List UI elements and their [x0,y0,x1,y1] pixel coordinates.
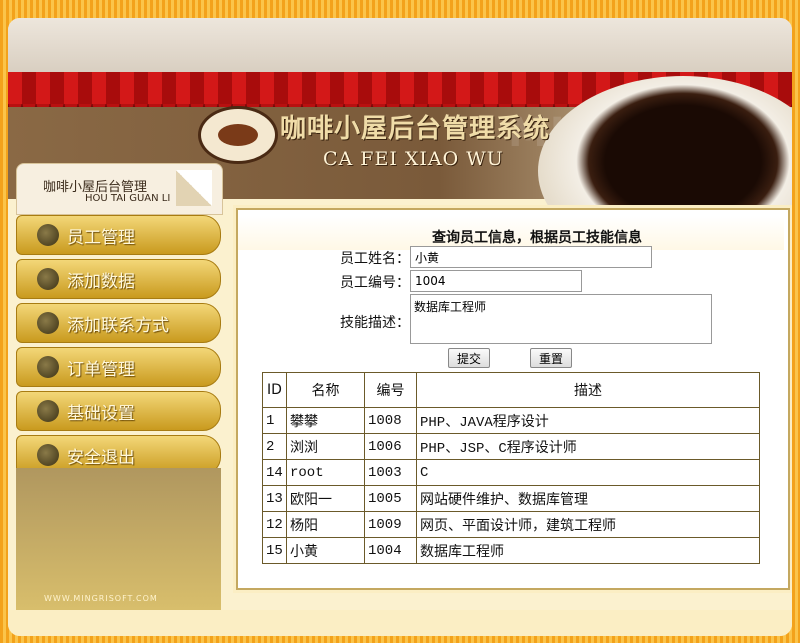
cell-description: PHP、JSP、C程序设计师 [416,433,760,460]
cell-name: 欧阳一 [286,485,365,512]
cell-id: 2 [262,433,287,460]
menu-item-add-contact[interactable]: 添加联系方式 [16,303,221,343]
table-row: 13 欧阳一 1005 网站硬件维护、数据库管理 [262,485,760,512]
bullet-icon [37,400,59,422]
cell-id: 13 [262,485,287,512]
system-title: 咖啡小屋后台管理系统 [280,114,551,144]
table-row: 12 杨阳 1009 网页、平面设计师，建筑工程师 [262,511,760,538]
cell-id: 12 [262,511,287,538]
cell-description: 网页、平面设计师，建筑工程师 [416,511,760,538]
name-label: 员工姓名： [340,251,410,267]
menu-label: 添加联系方式 [67,315,169,336]
footer-url: WWW.MINGRISOFT.COM [44,594,158,603]
column-header-description: 描述 [416,372,760,408]
column-header-id: ID [262,372,287,408]
form-heading: 查询员工信息，根据员工技能信息 [238,216,784,250]
sidebar: 咖啡小屋后台管理 HOU TAI GUAN LI 员工管理 添加数据 添加联系方… [16,163,223,628]
cell-name: 小黄 [286,537,365,564]
cell-number: 1006 [364,433,417,460]
cell-number: 1009 [364,511,417,538]
bullet-icon [37,444,59,466]
id-label: 员工编号： [340,275,410,291]
cell-name: 杨阳 [286,511,365,538]
page-fold-icon [176,170,212,206]
sidebar-footer: WWW.MINGRISOFT.COM [16,468,221,613]
cell-id: 15 [262,537,287,564]
menu-item-orders[interactable]: 订单管理 [16,347,221,387]
menu-label: 基础设置 [67,403,135,424]
menu-label: 订单管理 [67,359,135,380]
form-heading-text: 查询员工信息，根据员工技能信息 [432,230,642,246]
menu-item-employee[interactable]: 员工管理 [16,215,221,255]
coffee-logo-icon [198,106,278,164]
id-row: 员工编号： [238,270,784,292]
name-row: 员工姓名： [238,246,784,268]
bullet-icon [37,268,59,290]
table-header-row: ID 名称 编号 描述 [262,372,760,408]
skill-textarea[interactable]: 数据库工程师 [410,294,712,344]
submit-button[interactable]: 提交 [448,348,490,368]
cell-number: 1005 [364,485,417,512]
system-subtitle: CA FEI XIAO WU [323,148,504,170]
bullet-icon [37,312,59,334]
skill-row: 技能描述： 数据库工程师 [238,294,784,346]
table-row: 15 小黄 1004 数据库工程师 [262,537,760,564]
column-header-number: 编号 [364,372,417,408]
app-frame: MINGRISOFT 咖啡小屋后台管理系统 CA FEI XIAO WU 咖啡小… [8,18,792,636]
content-panel: 查询员工信息，根据员工技能信息 员工姓名： 员工编号： 技能描述： 数据库工程师… [236,208,790,590]
cell-number: 1003 [364,459,417,486]
menu-label: 安全退出 [67,447,135,468]
cell-id: 14 [262,459,287,486]
skill-label: 技能描述： [340,315,410,331]
table-row: 2 浏浏 1006 PHP、JSP、C程序设计师 [262,433,760,460]
cell-name: 攀攀 [286,407,365,434]
cell-description: PHP、JAVA程序设计 [416,407,760,434]
cell-description: C [416,459,760,486]
id-input[interactable] [410,270,582,292]
bullet-icon [37,224,59,246]
sidebar-pinyin: HOU TAI GUAN LI [85,193,171,204]
cell-id: 1 [262,407,287,434]
menu-label: 添加数据 [67,271,135,292]
table-row: 14 root 1003 C [262,459,760,486]
sidebar-menu: 员工管理 添加数据 添加联系方式 订单管理 基础设置 安全退出 [16,215,221,479]
cell-name: root [286,459,365,486]
employee-table: ID 名称 编号 描述 1 攀攀 1008 PHP、JAVA程序设计 2 浏浏 … [262,372,760,564]
cell-name: 浏浏 [286,433,365,460]
menu-item-add-data[interactable]: 添加数据 [16,259,221,299]
bullet-icon [37,356,59,378]
menu-label: 员工管理 [67,227,135,248]
bottom-strip [8,610,792,636]
sidebar-header: 咖啡小屋后台管理 HOU TAI GUAN LI [16,163,223,215]
cell-description: 网站硬件维护、数据库管理 [416,485,760,512]
name-input[interactable] [410,246,652,268]
cell-number: 1008 [364,407,417,434]
reset-button[interactable]: 重置 [530,348,572,368]
column-header-name: 名称 [286,372,365,408]
table-row: 1 攀攀 1008 PHP、JAVA程序设计 [262,407,760,434]
cell-description: 数据库工程师 [416,537,760,564]
cell-number: 1004 [364,537,417,564]
menu-item-settings[interactable]: 基础设置 [16,391,221,431]
top-bar [8,18,792,72]
